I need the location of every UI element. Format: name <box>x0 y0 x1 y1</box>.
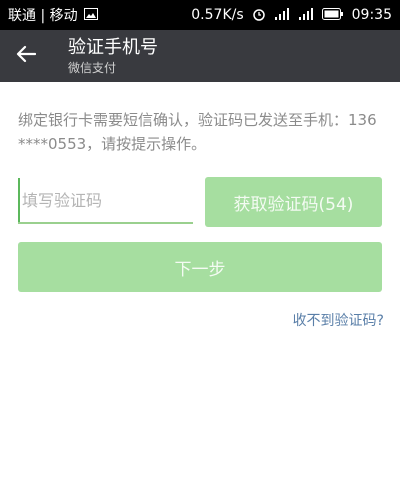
no-code-link[interactable]: 收不到验证码? <box>293 310 384 330</box>
back-arrow-icon <box>16 45 37 67</box>
clock: 09:35 <box>351 7 392 23</box>
verification-description: 绑定银行卡需要短信确认，验证码已发送至手机：136****0553，请按提示操作… <box>18 111 377 153</box>
carrier-label: 联通 | 移动 <box>8 8 78 24</box>
next-step-button[interactable]: 下一步 <box>18 242 382 292</box>
signal-e-icon <box>274 7 290 24</box>
battery-icon <box>321 7 344 23</box>
back-button[interactable] <box>10 40 42 72</box>
page-title: 验证手机号 <box>68 37 158 58</box>
status-bar: 联通 | 移动 0.57K/s 09:35 <box>0 0 400 30</box>
network-speed: 0.57K/s <box>191 7 244 23</box>
signal-icon <box>298 7 314 24</box>
verification-code-input[interactable] <box>18 178 193 222</box>
code-input-container <box>18 178 193 224</box>
status-left: 联通 | 移动 <box>8 5 98 25</box>
status-right: 0.57K/s 09:35 <box>191 7 392 24</box>
alarm-icon <box>252 7 266 24</box>
page-subtitle: 微信支付 <box>68 61 117 75</box>
get-code-button[interactable]: 获取验证码(54) <box>205 177 382 227</box>
picture-icon <box>83 7 98 23</box>
title-bar: 验证手机号 微信支付 <box>0 30 400 82</box>
